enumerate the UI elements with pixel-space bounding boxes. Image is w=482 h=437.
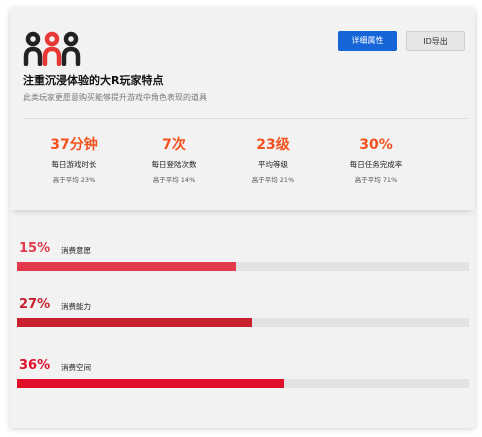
bar-label: 消费空间 [61,363,91,372]
stat-average-level: 23级 平均等级 高于平均 21% [223,136,323,184]
stat-label: 每日登陆次数 [151,160,197,169]
stat-value: 23级 [256,137,290,153]
bar-percent: 15% [19,241,51,256]
stat-label: 每日游戏时长 [51,160,97,169]
progress-track [17,262,469,271]
stat-comparison: 高于平均 21% [251,176,295,184]
progress-track [17,318,469,327]
progress-fill [17,318,253,327]
stat-comparison: 高于平均 23% [52,176,96,184]
stat-value: 37分钟 [50,137,98,153]
summary-panel: 详细属性 ID导出 注重沉浸体验的大R玩家特点 此类玩家更愿意购买能够提升游戏中… [10,8,475,210]
stat-label: 每日任务完成率 [349,160,403,169]
export-id-button[interactable]: ID导出 [406,31,465,51]
divider [23,118,468,119]
stat-task-completion: 30% 每日任务完成率 高于平均 71% [326,136,426,184]
stat-value: 7次 [162,137,186,153]
progress-fill [17,379,284,388]
bar-label: 消费能力 [61,302,91,311]
progress-fill [17,262,237,271]
group-people-icon [23,31,81,66]
stat-value: 30% [359,137,393,153]
details-button[interactable]: 详细属性 [338,31,397,51]
stat-comparison: 高于平均 71% [354,176,398,184]
bar-percent: 36% [19,358,51,373]
stat-daily-logins: 7次 每日登陆次数 高于平均 14% [124,136,224,184]
stat-label: 平均等级 [258,160,288,169]
traits-card: 详细属性 ID导出 注重沉浸体验的大R玩家特点 此类玩家更愿意购买能够提升游戏中… [10,8,475,428]
bar-label: 消费意愿 [61,246,91,255]
page-subtitle: 此类玩家更愿意购买能够提升游戏中角色表现的道具 [23,93,207,102]
progress-track [17,379,469,388]
stat-daily-playtime: 37分钟 每日游戏时长 高于平均 23% [24,136,124,184]
page-title: 注重沉浸体验的大R玩家特点 [23,74,164,87]
bar-percent: 27% [19,297,51,312]
stat-comparison: 高于平均 14% [152,176,196,184]
